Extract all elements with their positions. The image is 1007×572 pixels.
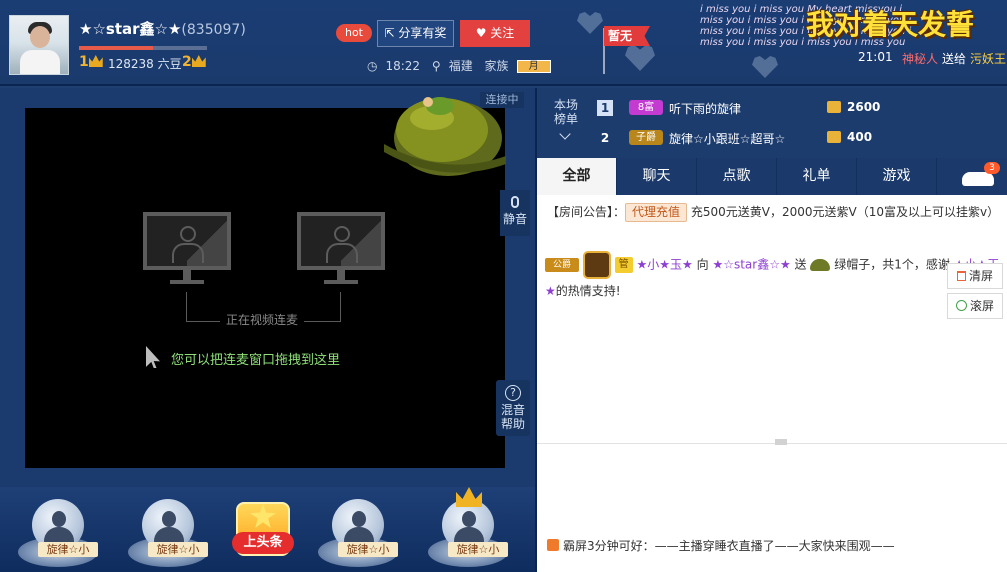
gift-time: 21:01 bbox=[858, 50, 893, 64]
coin-icon bbox=[827, 101, 841, 113]
car-icon[interactable] bbox=[962, 172, 994, 186]
rank-score: 400 bbox=[847, 130, 873, 144]
seat-slot[interactable]: 旋律☆小 bbox=[120, 487, 216, 572]
message-sender[interactable]: ★小★玉★ bbox=[636, 258, 692, 272]
video-area: 正在视频连麦 您可以把连麦窗口拖拽到这里 连接中 静音 ? 混音 帮助 bbox=[0, 88, 535, 487]
rank-name: 听下雨的旋律 bbox=[669, 102, 742, 116]
monitor-icon bbox=[297, 212, 385, 270]
tab-games[interactable]: 游戏 bbox=[857, 158, 937, 195]
location-icon: ⚲ bbox=[431, 59, 441, 73]
resize-handle[interactable] bbox=[775, 439, 787, 445]
clock-icon: ◷ bbox=[367, 59, 378, 73]
level-next: 2 bbox=[182, 54, 206, 70]
tab-chat[interactable]: 聊天 bbox=[617, 158, 697, 195]
seat-slot[interactable]: 旋律☆小 bbox=[10, 487, 106, 572]
chat-tabs: 全部 聊天 点歌 礼单 游戏 bbox=[535, 158, 1007, 195]
car-count-badge: 3 bbox=[984, 162, 1000, 174]
room-notice: 【房间公告】： 代理充值 充500元送黄V，2000元送紫V（10富及以上可以挂紫… bbox=[547, 203, 999, 222]
system-message: 霸屏3分钟可好：——主播穿睡衣直播了——大家快来围观—— bbox=[547, 537, 895, 554]
clear-screen-button[interactable]: 清屏 bbox=[947, 263, 1003, 289]
rank-badge: 子爵 bbox=[629, 130, 663, 145]
crown-icon bbox=[191, 55, 206, 67]
bean-count: 128238 六豆 bbox=[108, 57, 182, 71]
seat-name: 旋律☆小 bbox=[448, 542, 508, 557]
green-hat-icon bbox=[810, 259, 831, 271]
coin-icon bbox=[827, 131, 841, 143]
room-meta: ◷ 18:22 ⚲ 福建 家族月 bbox=[367, 57, 559, 74]
seat-name: 旋律☆小 bbox=[38, 542, 98, 557]
rank-name: 旋律☆小跟班☆超哥☆ bbox=[669, 132, 786, 146]
seat-name: 旋律☆小 bbox=[338, 542, 398, 557]
heart-icon bbox=[625, 45, 655, 71]
rank-badge: 8富 bbox=[629, 100, 663, 115]
chat-panel: 【房间公告】： 代理充值 充500元送黄V，2000元送紫V（10富及以上可以挂紫… bbox=[535, 195, 1007, 572]
rank-row[interactable]: 2 子爵 旋律☆小跟班☆超哥☆ 400 bbox=[597, 128, 997, 148]
drag-hint: 您可以把连麦窗口拖拽到这里 bbox=[171, 353, 341, 368]
anchor-avatar[interactable] bbox=[9, 15, 69, 75]
question-icon: ? bbox=[505, 385, 521, 401]
family-label: 家族 bbox=[484, 59, 509, 73]
tab-gifts[interactable]: 礼单 bbox=[777, 158, 857, 195]
anchor-name: ★☆star鑫☆★(835097) bbox=[79, 18, 246, 39]
live-time: 18:22 bbox=[385, 59, 421, 73]
gift-receiver: 污妖王 bbox=[970, 52, 1007, 66]
rank-title[interactable]: 本场榜单 bbox=[551, 98, 581, 126]
mix-help-button[interactable]: ? 混音 帮助 bbox=[496, 380, 530, 436]
heart-icon bbox=[577, 12, 603, 34]
chat-message: 公爵 管 ★小★玉★ 向 ★☆star鑫☆★ 送 绿帽子，共1个，感谢 ★小★玉… bbox=[545, 251, 1005, 303]
anchor-name-text: ★☆star鑫☆★ bbox=[79, 20, 182, 38]
tab-song[interactable]: 点歌 bbox=[697, 158, 777, 195]
rank-list: 本场榜单 1 8富 听下雨的旋律 2600 2 子爵 旋律☆小跟班☆超哥☆ 40… bbox=[535, 88, 1007, 158]
tab-all[interactable]: 全部 bbox=[537, 158, 617, 195]
crown-icon bbox=[88, 55, 103, 67]
panel-divider bbox=[537, 443, 1007, 444]
gift-banner: 我对着天发誓 bbox=[806, 8, 975, 41]
flag-badge: 暂无 bbox=[604, 26, 650, 46]
location: 福建 bbox=[448, 59, 473, 73]
hot-badge: hot bbox=[336, 24, 372, 42]
rank-row[interactable]: 1 8富 听下雨的旋律 2600 bbox=[597, 98, 997, 118]
gift-verb: 送给 bbox=[942, 52, 967, 66]
user-avatar[interactable] bbox=[582, 251, 611, 279]
seat-slot[interactable]: 旋律☆小 bbox=[310, 487, 406, 572]
level-progress-bar bbox=[79, 46, 207, 50]
speaker-icon bbox=[547, 539, 559, 551]
recharge-button[interactable]: 代理充值 bbox=[625, 203, 688, 222]
admin-badge: 管 bbox=[614, 257, 633, 273]
connect-status: 正在视频连麦 bbox=[220, 311, 305, 328]
duke-badge-icon: 公爵 bbox=[545, 258, 579, 272]
microphone-icon bbox=[511, 196, 519, 208]
chevron-down-icon[interactable] bbox=[559, 128, 571, 140]
rank-score: 2600 bbox=[847, 100, 881, 114]
crown-icon bbox=[456, 487, 482, 507]
headline-button[interactable]: 上头条 bbox=[232, 500, 294, 566]
seat-name: 旋律☆小 bbox=[148, 542, 208, 557]
scroll-screen-button[interactable]: 滚屏 bbox=[947, 293, 1003, 319]
share-button[interactable]: ⇱ 分享有奖 bbox=[377, 20, 454, 47]
message-receiver[interactable]: ★☆star鑫☆★ bbox=[712, 258, 790, 272]
follow-button[interactable]: ♥ 关注 bbox=[460, 20, 530, 47]
mute-button[interactable]: 静音 bbox=[500, 190, 530, 236]
check-icon bbox=[955, 300, 967, 311]
family-badge[interactable]: 月 bbox=[516, 60, 551, 73]
gift-sender: 神秘人 bbox=[902, 52, 939, 66]
anchor-id: (835097) bbox=[181, 22, 246, 38]
level-current: 1 bbox=[79, 54, 103, 70]
room-header: ★☆star鑫☆★(835097) 1 128238 六豆 2 hot ⇱ 分享… bbox=[0, 0, 1007, 86]
seat-slot[interactable]: 旋律☆小 bbox=[420, 487, 516, 572]
trash-icon bbox=[956, 271, 966, 281]
monitor-icon bbox=[143, 212, 231, 270]
helmet-icon bbox=[384, 97, 506, 176]
